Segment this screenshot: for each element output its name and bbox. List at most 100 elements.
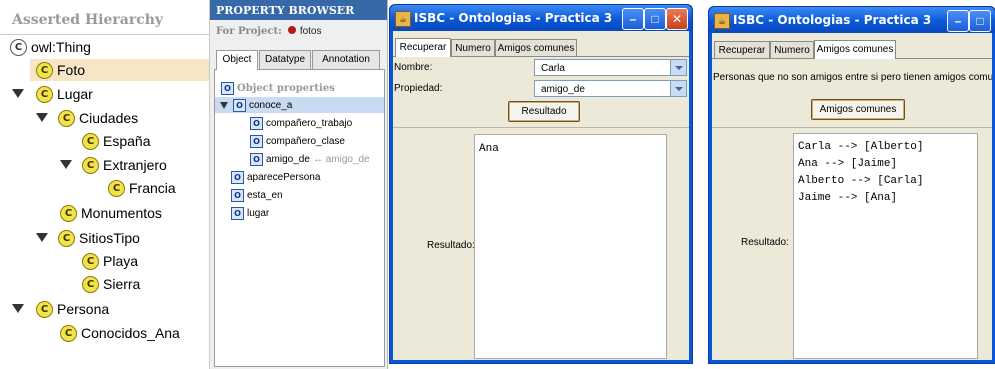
hierarchy-header: Asserted Hierarchy (0, 0, 209, 33)
tree-node-label: Persona (57, 301, 110, 317)
resultado-button[interactable]: Resultado (508, 101, 580, 122)
property-browser-panel: PROPERTY BROWSER For Project: fotos Objec… (210, 0, 388, 369)
tree-node-monumentos[interactable]: C Monumentos (60, 202, 162, 224)
property-amigo-de[interactable]: O amigo_de ↔ amigo_de (250, 151, 370, 167)
resultado-textarea[interactable]: Carla --> [Alberto] Ana --> [Jaime] Albe… (793, 133, 978, 359)
property-icon: O (231, 170, 244, 184)
tab-datatype[interactable]: Datatype (259, 50, 311, 69)
minimize-icon[interactable]: – (622, 8, 644, 30)
minimize-icon[interactable]: – (947, 10, 969, 32)
project-dot-icon (287, 26, 296, 34)
tree-node-label: SitiosTipo (79, 230, 140, 246)
tab-object[interactable]: Object (216, 50, 258, 70)
tree-node-label: Ciudades (79, 110, 139, 126)
window-client: Recuperar Numero Amigos comunes Personas… (712, 33, 992, 360)
class-icon: C (36, 300, 53, 318)
divider (393, 127, 689, 128)
tab-annotation[interactable]: Annotation (312, 50, 380, 69)
header-divider (0, 34, 209, 35)
property-icon: O (231, 188, 244, 202)
tree-node-lugar[interactable]: C Lugar (36, 83, 93, 105)
property-conoce-a[interactable]: O conoce_a (215, 97, 384, 113)
project-indicator: For Project: fotos (216, 26, 322, 37)
tree-node-ciudades[interactable]: C Ciudades (58, 107, 138, 129)
resultado-label: Resultado: (427, 240, 475, 251)
result-line: Carla --> [Alberto] (798, 141, 924, 153)
window-titlebar: ☕ ISBC - Ontologias - Practica 3 – □ (709, 7, 995, 33)
tab-amigos-comunes[interactable]: Amigos comunes (814, 40, 896, 59)
tree-node-label: Francia (129, 180, 176, 196)
property-label: compañero_clase (266, 135, 345, 147)
nombre-label: Nombre: (394, 62, 433, 73)
class-icon: C (58, 229, 75, 247)
property-icon: O (221, 81, 234, 95)
property-label: esta_en (247, 189, 283, 201)
java-app-icon: ☕ (395, 11, 411, 27)
tree-node-extranjero[interactable]: C Extranjero (82, 154, 167, 176)
object-properties-tree: O Object properties O conoce_a O compañe… (214, 69, 385, 367)
expand-triangle-icon[interactable] (12, 89, 24, 98)
tree-node-persona[interactable]: C Persona (36, 298, 109, 320)
result-line: Ana --> [Jaime] (798, 158, 898, 170)
propiedad-select[interactable]: amigo_de (534, 80, 687, 97)
property-aparecepersona[interactable]: O aparecePersona (231, 169, 320, 185)
tree-node-foto[interactable]: C Foto (30, 59, 209, 81)
property-browser-header: PROPERTY BROWSER (210, 0, 387, 20)
expand-triangle-icon[interactable] (36, 233, 48, 242)
tree-node-label: España (103, 133, 151, 149)
class-icon: C (10, 38, 27, 56)
property-lugar[interactable]: O lugar (231, 205, 269, 221)
propiedad-value: amigo_de (541, 84, 585, 95)
property-companero-clase[interactable]: O compañero_clase (250, 133, 345, 149)
tree-node-conocidos-ana[interactable]: C Conocidos_Ana (60, 322, 180, 344)
chevron-down-icon[interactable] (670, 60, 686, 75)
property-companero-trabajo[interactable]: O compañero_trabajo (250, 115, 352, 131)
class-icon: C (36, 61, 53, 79)
object-properties-header: O Object properties (221, 80, 335, 96)
close-icon[interactable]: ✕ (666, 8, 688, 30)
property-label: aparecePersona (247, 171, 321, 183)
tab-recuperar[interactable]: Recuperar (395, 38, 451, 57)
class-icon: C (82, 275, 99, 293)
expand-triangle-icon[interactable] (220, 102, 228, 109)
tree-node-sitiostipo[interactable]: C SitiosTipo (58, 227, 140, 249)
amigos-comunes-button[interactable]: Amigos comunes (811, 99, 905, 120)
tree-node-sierra[interactable]: C Sierra (82, 273, 140, 295)
tree-node-label: Conocidos_Ana (81, 325, 180, 341)
tree-node-label: Extranjero (103, 157, 167, 173)
tab-amigos-comunes[interactable]: Amigos comunes (495, 39, 577, 57)
project-name: fotos (299, 26, 322, 37)
tree-node-espana[interactable]: C España (82, 130, 150, 152)
maximize-icon[interactable]: □ (644, 8, 666, 30)
expand-triangle-icon[interactable] (36, 113, 48, 122)
tree-node-playa[interactable]: C Playa (82, 250, 138, 272)
tab-numero[interactable]: Numero (770, 41, 814, 59)
class-icon: C (60, 204, 77, 222)
resultado-textarea[interactable]: Ana (474, 134, 667, 359)
class-icon: C (58, 109, 75, 127)
property-icon: O (250, 152, 263, 166)
tree-node-label: Foto (57, 62, 86, 78)
tree-node-owl-thing[interactable]: C owl:Thing (10, 36, 91, 58)
property-browser-title: PROPERTY BROWSER (216, 4, 355, 17)
java-app-icon: ☕ (714, 13, 730, 29)
expand-triangle-icon[interactable] (12, 304, 24, 313)
tab-recuperar[interactable]: Recuperar (714, 41, 770, 59)
class-icon: C (82, 252, 99, 270)
tree-node-francia[interactable]: C Francia (108, 177, 176, 199)
tab-numero[interactable]: Numero (451, 39, 495, 57)
chevron-down-icon[interactable] (670, 81, 686, 96)
property-icon: O (233, 98, 246, 112)
property-label: amigo_de (266, 153, 310, 165)
class-icon: C (82, 156, 99, 174)
maximize-icon[interactable]: □ (969, 10, 991, 32)
expand-triangle-icon[interactable] (60, 160, 72, 169)
nombre-select[interactable]: Carla (534, 59, 687, 76)
tab-content: Personas que no son amigos entre si pero… (712, 58, 992, 361)
window-titlebar: ☕ ISBC - Ontologias - Practica 3 – □ ✕ (390, 5, 692, 31)
window-recuperar: ☕ ISBC - Ontologias - Practica 3 – □ ✕ R… (389, 4, 693, 364)
result-line: Ana (479, 143, 499, 155)
tree-node-label: owl:Thing (31, 39, 91, 55)
hierarchy-title: Asserted Hierarchy (12, 12, 164, 28)
property-esta-en[interactable]: O esta_en (231, 187, 283, 203)
